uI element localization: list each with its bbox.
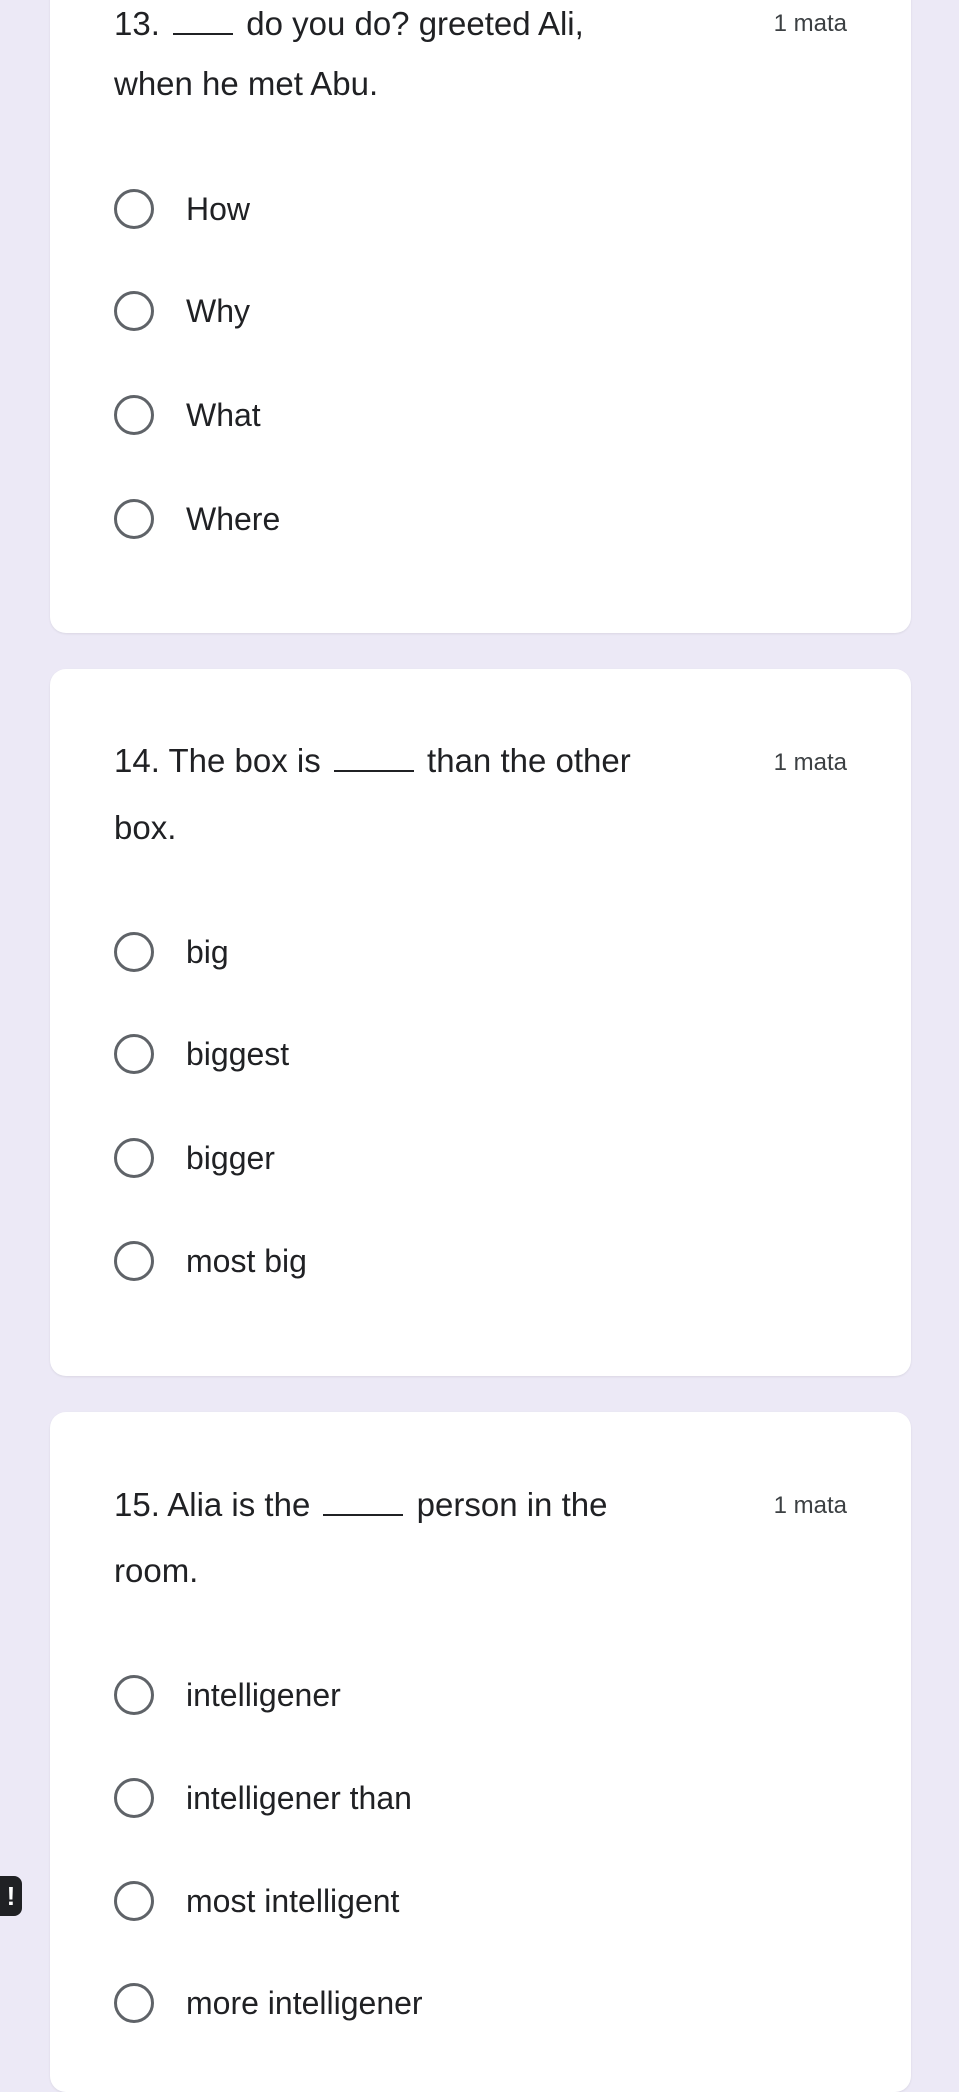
question-number: 15. [114, 1486, 160, 1523]
option-label: biggest [186, 1035, 290, 1072]
option-label: most big [186, 1242, 307, 1279]
radio-button[interactable] [114, 499, 154, 539]
points-label: 1 mata [773, 1492, 847, 1519]
option-where[interactable]: Where [114, 489, 280, 549]
radio-button[interactable] [114, 189, 154, 229]
question-text: 14. The box is than the other [114, 744, 877, 777]
option-label: bigger [186, 1139, 275, 1176]
option-why[interactable]: Why [114, 281, 250, 341]
question-line1-end: than the other [427, 742, 631, 779]
question-line1-end: person in the [416, 1486, 608, 1523]
option-label: intelligener [186, 1676, 341, 1713]
radio-button[interactable] [114, 1983, 154, 2023]
option-label: most intelligent [186, 1882, 400, 1919]
option-intelligener[interactable]: intelligener [114, 1665, 341, 1725]
option-intelligener-than[interactable]: intelligener than [114, 1768, 412, 1828]
radio-button[interactable] [114, 1675, 154, 1715]
question-number: 14. [114, 742, 160, 779]
option-what[interactable]: What [114, 385, 261, 445]
question-line1-start: Alia is the [167, 1486, 311, 1523]
option-more-intelligener[interactable]: more intelligener [114, 1973, 423, 2033]
radio-button[interactable] [114, 1138, 154, 1178]
question-card-14: 14. The box is than the other 1 mata box… [50, 669, 911, 1376]
points-label: 1 mata [773, 10, 847, 37]
option-most-big[interactable]: most big [114, 1231, 307, 1291]
radio-button[interactable] [114, 291, 154, 331]
radio-button[interactable] [114, 932, 154, 972]
question-line1: do you do? greeted Ali, [246, 5, 584, 42]
question-line1-start: The box is [168, 742, 321, 779]
exclamation-icon[interactable]: ! [0, 1876, 22, 1916]
question-card-15: 15. Alia is the person in the 1 mata roo… [50, 1412, 911, 2092]
option-how[interactable]: How [114, 179, 250, 239]
option-bigger[interactable]: bigger [114, 1128, 275, 1188]
option-big[interactable]: big [114, 922, 229, 982]
option-label: Where [186, 500, 281, 537]
radio-button[interactable] [114, 1881, 154, 1921]
radio-button[interactable] [114, 1034, 154, 1074]
option-most-intelligent[interactable]: most intelligent [114, 1871, 399, 1931]
option-label: Why [186, 292, 250, 329]
points-label: 1 mata [773, 749, 847, 776]
answer-blank [173, 33, 234, 35]
question-card-13: 13. do you do? greeted Ali, 1 mata when … [50, 0, 911, 633]
answer-blank [323, 1514, 404, 1516]
radio-button[interactable] [114, 395, 154, 435]
option-label: What [186, 396, 261, 433]
question-line2: box. [114, 809, 177, 846]
question-text: 13. do you do? greeted Ali, [114, 7, 877, 40]
question-line2: room. [114, 1552, 199, 1589]
question-text: 15. Alia is the person in the [114, 1488, 877, 1521]
option-label: big [186, 933, 229, 970]
option-biggest[interactable]: biggest [114, 1024, 289, 1084]
question-number: 13. [114, 5, 160, 42]
question-line2: when he met Abu. [114, 65, 379, 102]
answer-blank [333, 770, 414, 772]
radio-button[interactable] [114, 1241, 154, 1281]
radio-button[interactable] [114, 1778, 154, 1818]
option-label: intelligener than [186, 1779, 412, 1816]
option-label: How [186, 190, 251, 227]
